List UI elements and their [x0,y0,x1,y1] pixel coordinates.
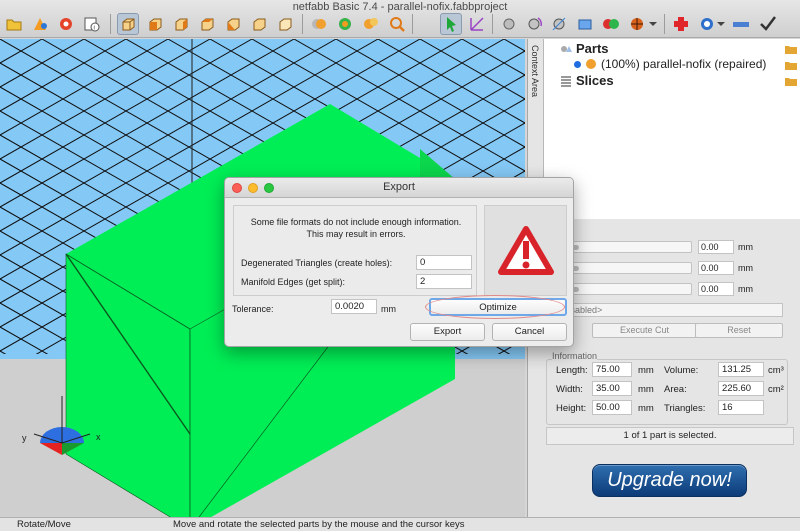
dialog-info-panel: Some file formats do not include enough … [233,205,477,296]
warning-icon [497,225,554,275]
cut-mode-select[interactable]: tting disabled> [540,303,783,317]
tree-item-slices[interactable]: Slices [560,73,614,88]
rotate-icon[interactable] [524,13,546,35]
info-icon[interactable]: i [81,13,103,35]
check-icon[interactable] [757,13,779,35]
execute-cut-button[interactable]: Execute Cut [592,323,697,338]
upgrade-button[interactable]: Upgrade now! [592,464,747,497]
boolean-icon[interactable] [600,13,622,35]
view-bottom-icon[interactable] [274,13,296,35]
x-axis-label: x [96,432,101,442]
y-axis-label: y [22,433,27,443]
repair-icon[interactable] [55,13,77,35]
export-button[interactable]: Export [410,323,485,341]
svg-text:i: i [94,26,95,32]
tree-item-part[interactable]: (100%) parallel-nofix (repaired) [574,57,766,71]
status-mode: Rotate/Move [17,519,71,530]
color-icon[interactable] [334,13,356,35]
view-front-icon[interactable] [144,13,166,35]
toolbar: netfabb Basic 7.4 - parallel-nofix.fabbp… [0,0,800,38]
cut-value[interactable]: 0.00 [698,261,734,275]
degenerated-label: Degenerated Triangles (create holes): [241,258,393,268]
scale-icon[interactable] [548,13,570,35]
move-icon[interactable] [466,13,488,35]
view-top-icon[interactable] [248,13,270,35]
part-visible-dot[interactable] [574,60,581,68]
chevron-down-icon[interactable] [648,13,658,35]
status-message: Move and rotate the selected parts by th… [173,519,465,530]
folder-icon[interactable] [785,60,797,70]
degenerated-value: 0 [416,255,472,270]
status-bar: Rotate/Move Move and rotate the selected… [0,517,800,531]
window-title: netfabb Basic 7.4 - parallel-nofix.fabbp… [292,1,508,13]
shade-icon[interactable] [308,13,330,35]
chevron-down-icon[interactable] [716,13,726,35]
cancel-button[interactable]: Cancel [492,323,567,341]
folder-icon[interactable] [785,44,797,54]
height-value: 50.00 [592,400,632,415]
information-title: Information [552,351,598,361]
repair-cross-icon[interactable] [670,13,692,35]
length-value: 75.00 [592,362,632,377]
zoom-icon[interactable] [360,13,382,35]
warning-panel [484,205,567,296]
width-value: 35.00 [592,381,632,396]
slices-icon [560,75,572,87]
view-left-icon[interactable] [196,13,218,35]
selection-status: 1 of 1 part is selected. [546,427,794,445]
cut-slider[interactable] [562,283,692,295]
triangles-value: 16 [718,400,764,415]
tolerance-label: Tolerance: [232,304,274,314]
area-value: 225.60 [718,381,764,396]
select-icon[interactable] [440,13,462,35]
volume-value: 131.25 [718,362,764,377]
ball-icon[interactable] [626,13,648,35]
highlight-circle [425,295,565,319]
manifold-label: Manifold Edges (get split): [241,277,346,287]
manifold-value: 2 [416,274,472,289]
cut-slider[interactable] [562,241,692,253]
cut-slider[interactable] [562,262,692,274]
export-dialog: Export Some file formats do not include … [224,177,574,347]
zoom-window-button[interactable] [264,183,274,193]
open-icon[interactable] [3,13,25,35]
part-mesh-icon [585,58,597,70]
minimize-window-button[interactable] [248,183,258,193]
reset-button[interactable]: Reset [695,323,783,338]
parts-tree[interactable]: Parts (100%) parallel-nofix (repaired) S… [544,39,800,219]
folder-icon[interactable] [785,76,797,86]
tree-item-parts[interactable]: Parts [560,41,609,56]
parts-icon [560,43,572,55]
cut-value[interactable]: 0.00 [698,240,734,254]
mirror-icon[interactable] [574,13,596,35]
close-window-button[interactable] [232,183,242,193]
add-part-icon[interactable] [29,13,51,35]
dialog-title: Export [225,178,573,198]
information-group: Information Length: 75.00 mm Volume: 131… [546,351,788,425]
ruler-icon[interactable] [730,13,752,35]
tolerance-input[interactable]: 0.0020 [331,299,377,314]
view-perspective-icon[interactable] [117,13,139,35]
sphere-icon[interactable] [498,13,520,35]
cut-value[interactable]: 0.00 [698,282,734,296]
search-icon[interactable] [386,13,408,35]
dialog-message: Some file formats do not include enough … [250,217,462,239]
view-right-icon[interactable] [222,13,244,35]
view-back-icon[interactable] [170,13,192,35]
measure-icon[interactable] [696,13,718,35]
